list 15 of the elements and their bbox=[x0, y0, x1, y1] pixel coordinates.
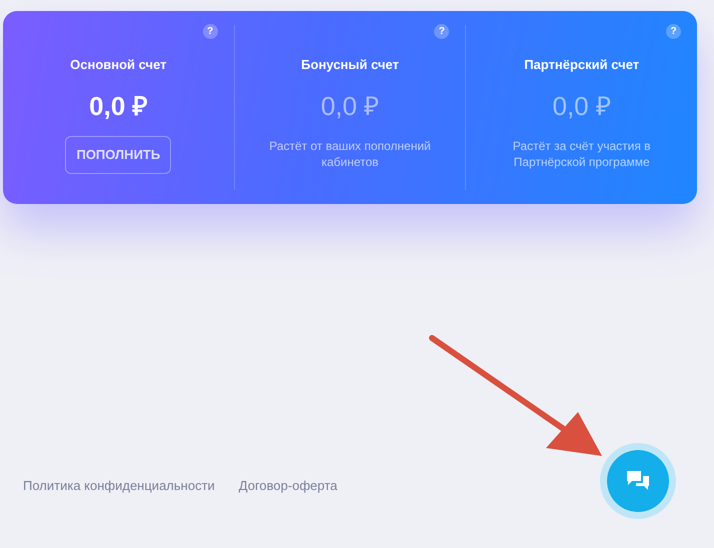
account-title: Основной счет bbox=[70, 56, 167, 74]
account-amount: 0,0 ₽ bbox=[320, 90, 380, 122]
account-title: Партнёрский счет bbox=[524, 56, 640, 74]
footer-link[interactable]: Договор-оферта bbox=[238, 476, 338, 495]
top-up-button[interactable]: ПОПОЛНИТЬ bbox=[65, 136, 172, 174]
account-amount: 0,0 ₽ bbox=[89, 90, 148, 122]
help-badge[interactable]: ? bbox=[202, 24, 218, 39]
help-badge[interactable]: ? bbox=[666, 24, 682, 39]
chat-button[interactable] bbox=[607, 450, 669, 512]
account-description: Растёт за счёт участия в Партнёрской программе bbox=[512, 138, 652, 170]
account-amount: 0,0 ₽ bbox=[552, 90, 611, 122]
account-title: Бонусный счет bbox=[301, 56, 399, 74]
help-badge[interactable]: ? bbox=[434, 24, 450, 39]
account-description: Растёт от ваших пополнений кабинетов bbox=[268, 138, 432, 170]
footer-link[interactable]: Политика конфиденциальности bbox=[23, 476, 215, 495]
